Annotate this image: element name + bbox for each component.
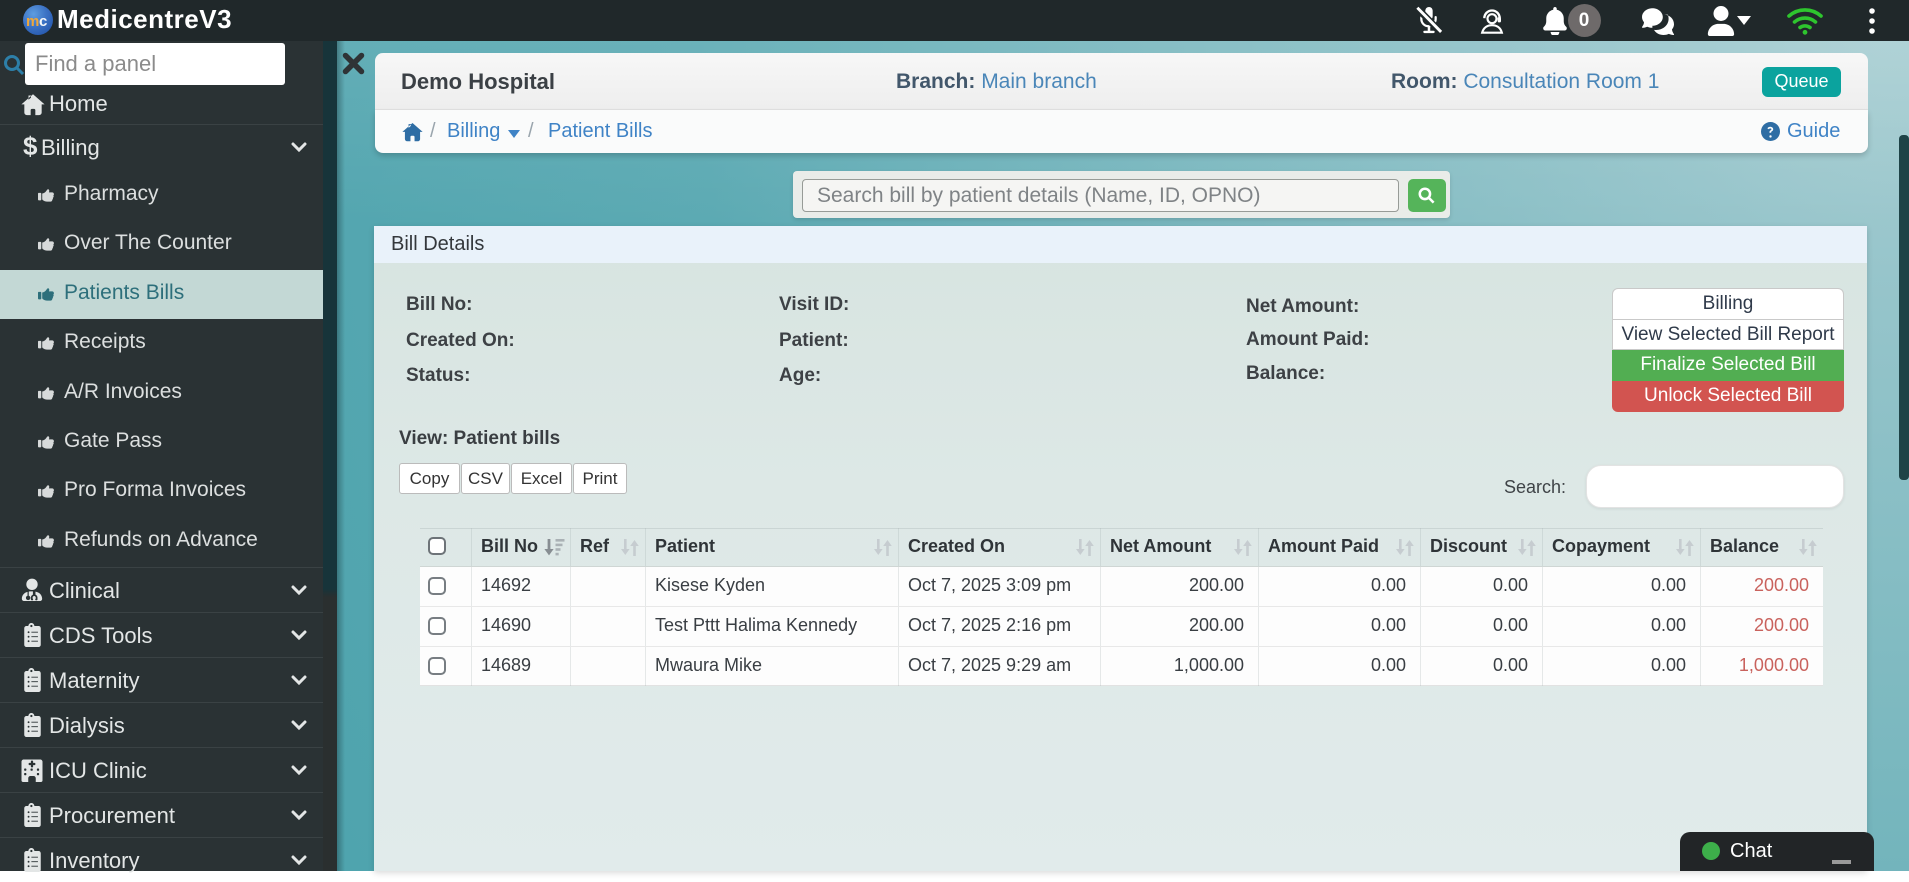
svg-text:m: m: [26, 13, 39, 30]
svg-text:c: c: [39, 13, 47, 30]
